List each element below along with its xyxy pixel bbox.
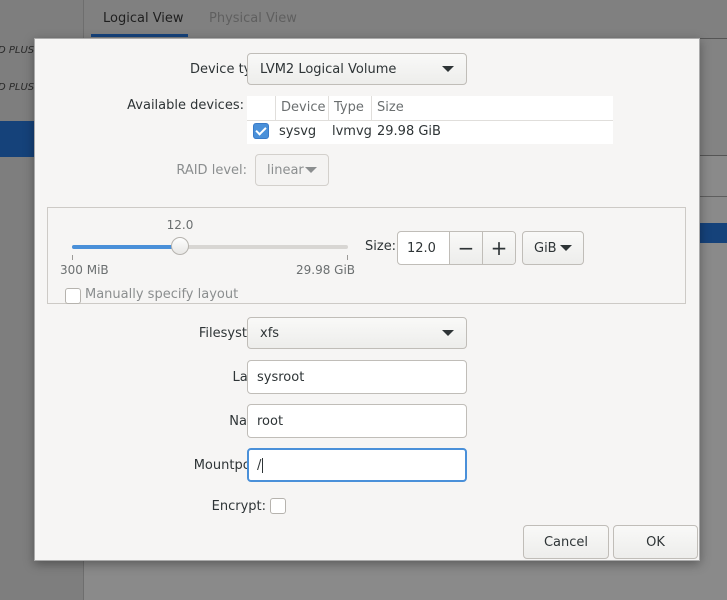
chevron-down-icon [560,245,572,251]
column-header-device[interactable]: Device [281,100,325,115]
encrypt-checkbox[interactable] [270,498,286,514]
slider-tick [72,255,73,260]
size-spinbutton: 12.0 − + [397,231,516,265]
label-input[interactable]: sysroot [247,360,467,394]
size-input[interactable]: 12.0 [398,232,449,264]
label-input-value: sysroot [257,369,305,385]
device-select-checkbox[interactable] [253,123,269,139]
background-panel [698,38,727,156]
raid-level-label: RAID level: [176,163,247,178]
filesystem-combo[interactable]: xfs [247,317,467,349]
raid-level-value: linear [267,162,304,178]
table-header: Device Type Size [247,96,613,121]
size-decrement-button[interactable]: − [449,232,483,264]
size-slider[interactable] [72,237,348,255]
chevron-down-icon [442,66,454,72]
slider-value-label: 12.0 [166,218,194,232]
device-type-combo[interactable]: LVM2 Logical Volume [247,53,467,85]
cancel-button[interactable]: Cancel [523,525,609,559]
available-devices-label: Available devices: [127,98,244,113]
sidebar-item-label[interactable]: D PLUS [0,82,34,93]
device-size-cell: 29.98 GiB [377,124,441,139]
raid-level-combo[interactable]: linear [255,154,329,186]
manual-layout-checkbox[interactable] [65,288,81,304]
chevron-down-icon [305,167,317,173]
chevron-down-icon [442,330,454,336]
ok-button[interactable]: OK [613,525,698,559]
mountpoint-input-value: / [257,457,262,473]
name-input-value: root [257,413,284,429]
device-name-cell: sysvg [279,124,317,139]
sidebar-item-label[interactable]: D PLUS [0,45,34,56]
device-type-cell: lvmvg [332,124,372,139]
encrypt-label: Encrypt: [211,499,266,514]
plus-icon: + [490,236,508,260]
manual-layout-label[interactable]: Manually specify layout [85,287,238,302]
customize-volume-dialog: Device type: LVM2 Logical Volume Availab… [34,38,700,561]
size-increment-button[interactable]: + [482,232,515,264]
filesystem-value: xfs [260,325,280,341]
name-input[interactable]: root [247,404,467,438]
mountpoint-input[interactable]: / [247,448,467,482]
divider [698,196,727,197]
active-tab-indicator [91,34,188,37]
device-type-value: LVM2 Logical Volume [260,61,397,77]
slider-handle[interactable] [171,237,189,255]
slider-max-label: 29.98 GiB [296,263,356,277]
size-unit-value: GiB [534,240,557,256]
column-divider [371,96,372,120]
size-frame: 12.0 300 MiB 29.98 GiB Manually specify … [47,207,686,304]
slider-min-label: 300 MiB [60,263,109,277]
column-divider [328,96,329,120]
column-header-size[interactable]: Size [377,100,404,115]
background-selected-row [698,223,727,243]
minus-icon: − [457,236,475,260]
tab-physical-view[interactable]: Physical View [209,11,297,26]
size-unit-combo[interactable]: GiB [522,231,584,265]
text-cursor [262,457,264,473]
tab-logical-view[interactable]: Logical View [103,11,184,26]
slider-fill [72,245,180,249]
slider-tick [347,255,348,260]
column-divider [275,96,276,120]
available-devices-table: Device Type Size sysvg lvmvg 29.98 GiB [247,96,613,144]
size-label: Size: [365,239,397,254]
column-header-type[interactable]: Type [334,100,364,115]
